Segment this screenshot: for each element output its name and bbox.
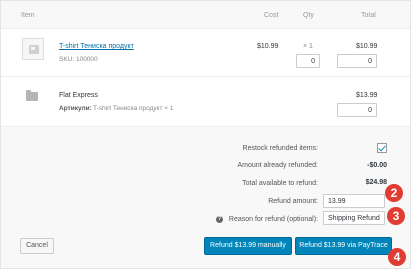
image-placeholder-icon	[29, 45, 39, 54]
items-table-header: Item Cost Qty Total	[1, 1, 410, 29]
product-sku: SKU: 100000	[59, 56, 98, 63]
product-refund-total-input[interactable]: 0	[337, 54, 377, 68]
shipping-meta-value: T-shirt Тениска продукт × 1	[93, 105, 174, 112]
product-qty: × 1	[303, 43, 313, 50]
col-cost: Cost	[264, 12, 279, 19]
available-refund-label: Total available to refund:	[242, 180, 318, 187]
refund-manually-button[interactable]: Refund $13.99 manually	[204, 237, 292, 255]
restock-label: Restock refunded items:	[242, 145, 318, 152]
product-cost: $10.99	[257, 43, 279, 50]
col-qty: Qty	[303, 12, 314, 19]
col-total: Total	[361, 12, 376, 19]
annotation-badge-2: 2	[385, 184, 403, 202]
shipping-meta-key: Артикули:	[59, 105, 92, 112]
shipping-icon	[26, 90, 38, 101]
available-refund-value: $24.98	[365, 179, 387, 186]
shipping-method-name: Flat Express	[59, 92, 98, 99]
col-item: Item	[21, 12, 35, 19]
restock-checkbox[interactable]	[377, 143, 387, 153]
help-icon: ?	[216, 216, 223, 223]
refund-paytrace-button[interactable]: Refund $13.99 via PayTrace	[295, 237, 392, 255]
row-divider	[1, 76, 410, 77]
product-thumbnail	[22, 38, 44, 60]
product-name-link[interactable]: T-shirt Тениска продукт	[59, 43, 134, 50]
refund-reason-input[interactable]: Shipping Refund	[323, 211, 385, 225]
shipping-total: $13.99	[356, 92, 378, 99]
product-total: $10.99	[356, 43, 378, 50]
annotation-badge-4: 4	[388, 248, 406, 266]
cancel-button[interactable]: Cancel	[20, 238, 54, 254]
refund-panel: Item Cost Qty Total T-shirt Тениска прод…	[0, 0, 411, 269]
product-refund-qty-input[interactable]: 0	[296, 54, 320, 68]
annotation-badge-3: 3	[387, 207, 405, 225]
refund-amount-input[interactable]: 13.99	[323, 194, 385, 208]
shipping-refund-total-input[interactable]: 0	[337, 103, 377, 117]
already-refunded-label: Amount already refunded:	[237, 162, 318, 169]
already-refunded-value: -$0.00	[367, 162, 387, 169]
refund-reason-label: Reason for refund (optional):	[228, 216, 318, 223]
refund-amount-label: Refund amount:	[268, 198, 318, 205]
